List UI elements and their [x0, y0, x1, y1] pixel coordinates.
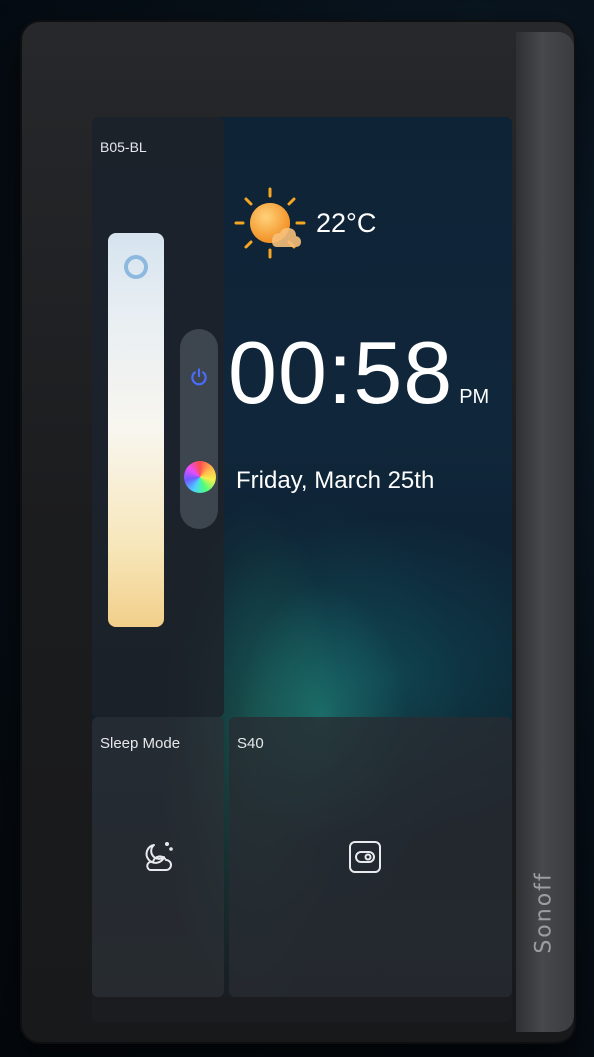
- smart-panel-device: Sonoff B05-BL 22°C 00:58 PM Friday, Marc…: [22, 22, 574, 1042]
- brand-logo: Sonoff: [524, 832, 564, 992]
- sleep-scene-button[interactable]: [136, 835, 180, 879]
- device-side-edge: Sonoff: [516, 32, 574, 1032]
- brand-text: Sonoff: [531, 870, 557, 954]
- weather-widget: 22°C: [232, 185, 376, 261]
- tile-label: S40: [237, 735, 264, 752]
- light-control-panel[interactable]: B05-BL: [92, 117, 224, 717]
- light-device-name: B05-BL: [100, 139, 147, 155]
- sun-cloud-icon: [234, 187, 306, 259]
- clock-period: PM: [459, 386, 490, 408]
- light-control-strip: [180, 329, 218, 529]
- tile-sleep-mode[interactable]: Sleep Mode: [92, 717, 224, 997]
- clock-display: 00:58 PM: [228, 329, 489, 417]
- s40-switch-button[interactable]: [343, 835, 387, 879]
- moon-cloud-icon: [145, 842, 173, 871]
- photo-background: Sonoff B05-BL 22°C 00:58 PM Friday, Marc…: [0, 0, 594, 1057]
- temperature-text: 22°C: [316, 207, 377, 238]
- slider-knob[interactable]: [124, 255, 148, 279]
- brightness-slider[interactable]: [108, 233, 164, 627]
- power-icon: [191, 368, 207, 386]
- clock-time: 00:58: [228, 323, 454, 422]
- switch-plug-icon: [349, 841, 381, 873]
- power-button[interactable]: [187, 365, 211, 389]
- tile-label: Sleep Mode: [100, 735, 181, 752]
- color-wheel-button[interactable]: [184, 461, 216, 493]
- screen-bottom-bezel: [92, 997, 512, 1022]
- date-text: Friday, March 25th: [236, 467, 435, 494]
- touch-screen: B05-BL 22°C 00:58 PM Friday, March 25th …: [92, 117, 512, 1022]
- tile-s40[interactable]: S40: [229, 717, 512, 997]
